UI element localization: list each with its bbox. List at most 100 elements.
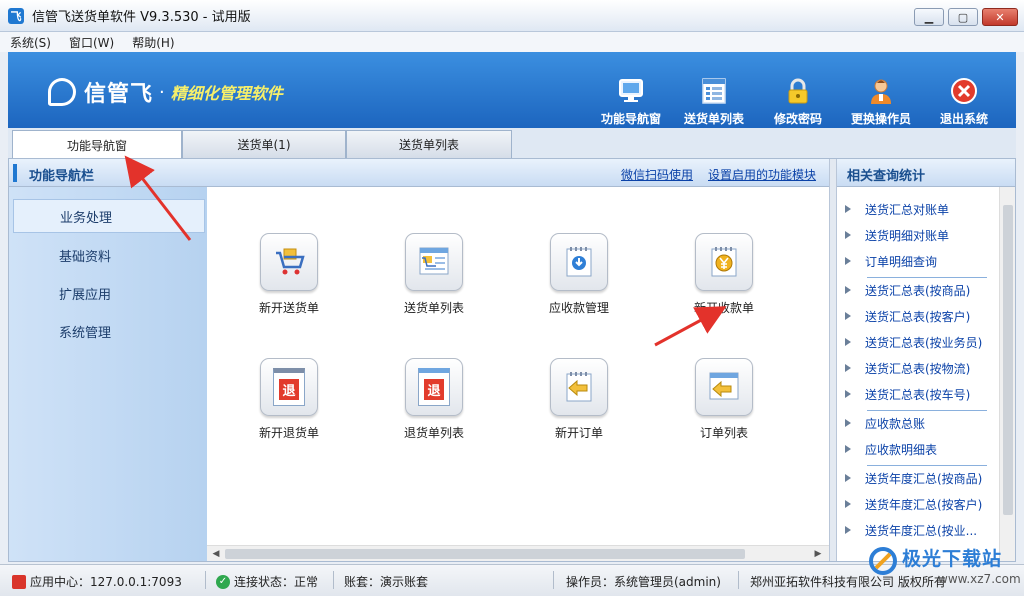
- sidebar-item-label: 系统管理: [59, 325, 112, 341]
- wechat-scan-link[interactable]: 微信扫码使用: [621, 166, 693, 183]
- watermark-text: 极光下载站: [902, 548, 1003, 570]
- related-link[interactable]: 送货汇总表(按业务员): [845, 332, 982, 352]
- sidebar-item-extensions[interactable]: 扩展应用: [13, 276, 205, 310]
- related-link[interactable]: 送货汇总表(按商品): [845, 280, 970, 300]
- scroll-thumb[interactable]: [225, 549, 745, 559]
- related-link[interactable]: 应收款明细表: [845, 439, 937, 459]
- module-settings-link[interactable]: 设置启用的功能模块: [708, 166, 816, 183]
- related-link[interactable]: 送货明细对账单: [845, 225, 949, 245]
- minimize-icon: ▁: [924, 10, 934, 24]
- title-bar: 飞 信管飞送货单软件 V9.3.530 - 试用版 ▁ ▢ ✕: [0, 0, 1024, 32]
- scroll-thumb[interactable]: [1003, 205, 1013, 515]
- tool-nav-window-button[interactable]: 功能导航窗: [591, 76, 671, 127]
- sidebar-item-business[interactable]: 业务处理: [13, 199, 205, 233]
- status-separator: [205, 571, 206, 589]
- new-return-button[interactable]: 退 新开退货单: [244, 358, 334, 441]
- delivery-list-button[interactable]: 送货单列表: [389, 233, 479, 316]
- main-content: 功能导航栏 微信扫码使用 设置启用的功能模块 业务处理 基础资料 扩展应用 系统…: [8, 158, 1016, 562]
- triangle-bullet-icon: [845, 338, 851, 346]
- group-separator: [867, 277, 987, 278]
- menu-window[interactable]: 窗口(W): [59, 34, 122, 51]
- close-button[interactable]: ✕: [982, 8, 1018, 26]
- tab-nav-window[interactable]: 功能导航窗: [12, 130, 182, 159]
- group-separator: [867, 410, 987, 411]
- list-icon: [699, 76, 729, 106]
- new-order-button[interactable]: 新开订单: [534, 358, 624, 441]
- exit-icon: [949, 76, 979, 106]
- related-link[interactable]: 送货汇总对账单: [845, 199, 949, 219]
- scroll-left-icon[interactable]: ◀: [209, 547, 223, 561]
- sidebar-item-label: 基础资料: [59, 249, 112, 265]
- horizontal-scrollbar[interactable]: ◀ ▶: [207, 545, 829, 561]
- receivable-icon: [550, 233, 608, 291]
- menu-system[interactable]: 系统(S): [0, 34, 59, 51]
- sidebar-item-basic-data[interactable]: 基础资料: [13, 238, 205, 272]
- delivery-list-icon: [405, 233, 463, 291]
- return-list-button[interactable]: 退 退货单列表: [389, 358, 479, 441]
- new-receipt-button[interactable]: 新开收款单: [679, 233, 769, 316]
- tab-delivery-list[interactable]: 送货单列表: [346, 130, 512, 158]
- new-order-icon: [550, 358, 608, 416]
- status-connection: ✓ 连接状态：正常: [216, 573, 318, 590]
- tool-label: 退出系统: [939, 112, 988, 126]
- lock-icon: [783, 76, 813, 106]
- tool-switch-operator-button[interactable]: 更换操作员: [841, 76, 921, 127]
- triangle-bullet-icon: [845, 286, 851, 294]
- tab-label: 功能导航窗: [66, 138, 127, 153]
- return-note-icon: 退: [260, 358, 318, 416]
- status-app-center: 应用中心：127.0.0.1:7093: [12, 573, 182, 590]
- function-label: 应收款管理: [548, 301, 609, 315]
- status-operator: 操作员：系统管理员(admin): [566, 575, 721, 589]
- related-link[interactable]: 送货汇总表(按客户): [845, 306, 970, 326]
- monitor-icon: [616, 76, 646, 106]
- related-link[interactable]: 订单明细查询: [845, 251, 937, 271]
- status-account: 账套：演示账套: [344, 575, 429, 589]
- receivable-management-button[interactable]: 应收款管理: [534, 233, 624, 316]
- minimize-button[interactable]: ▁: [914, 8, 944, 26]
- order-list-icon: [695, 358, 753, 416]
- return-stamp-text: 退: [424, 378, 444, 400]
- triangle-bullet-icon: [845, 231, 851, 239]
- tool-exit-system-button[interactable]: 退出系统: [924, 76, 1004, 127]
- tab-delivery-note[interactable]: 送货单(1): [182, 130, 346, 158]
- related-link[interactable]: 送货年度汇总(按业...: [845, 520, 977, 540]
- related-link[interactable]: 应收款总账: [845, 413, 925, 433]
- function-label: 新开订单: [554, 426, 603, 440]
- sidebar-item-label: 业务处理: [60, 210, 113, 226]
- order-list-button[interactable]: 订单列表: [679, 358, 769, 441]
- tab-label: 送货单列表: [398, 138, 459, 152]
- vertical-scrollbar[interactable]: [999, 187, 1015, 561]
- triangle-bullet-icon: [845, 205, 851, 213]
- maximize-button[interactable]: ▢: [948, 8, 978, 26]
- brand-slogan: 精细化管理软件: [170, 84, 283, 103]
- site-watermark: 极光下载站 www.xz7.com: [862, 540, 1022, 596]
- triangle-bullet-icon: [845, 390, 851, 398]
- triangle-bullet-icon: [845, 419, 851, 427]
- triangle-bullet-icon: [845, 364, 851, 372]
- sidebar-item-system[interactable]: 系统管理: [13, 314, 205, 348]
- triangle-bullet-icon: [845, 500, 851, 508]
- return-list-icon: 退: [405, 358, 463, 416]
- function-label: 新开退货单: [258, 426, 319, 440]
- window-title: 信管飞送货单软件 V9.3.530 - 试用版: [32, 10, 251, 25]
- sidebar-item-label: 扩展应用: [59, 287, 112, 303]
- tab-strip: 功能导航窗 送货单(1) 送货单列表: [8, 128, 1016, 159]
- brand-mark-icon: [48, 78, 76, 106]
- related-query-panel: 相关查询统计 送货汇总对账单 送货明细对账单 订单明细查询 送货汇总表(按商品)…: [837, 159, 1015, 561]
- tool-change-password-button[interactable]: 修改密码: [758, 76, 838, 127]
- status-separator: [333, 571, 334, 589]
- related-link[interactable]: 送货年度汇总(按客户): [845, 494, 982, 514]
- tool-delivery-list-button[interactable]: 送货单列表: [674, 76, 754, 127]
- menu-bar: 系统(S) 窗口(W) 帮助(H): [0, 32, 1024, 52]
- watermark-url: www.xz7.com: [938, 572, 1021, 586]
- panel-splitter[interactable]: [829, 159, 837, 561]
- related-link[interactable]: 送货汇总表(按车号): [845, 384, 970, 404]
- related-link[interactable]: 送货汇总表(按物流): [845, 358, 970, 378]
- brand-name: 信管飞: [84, 82, 154, 107]
- header-accent-bar: [13, 164, 17, 182]
- brand-logo: 信管飞 · 精细化管理软件: [48, 76, 283, 108]
- menu-help[interactable]: 帮助(H): [122, 34, 182, 51]
- related-link[interactable]: 送货年度汇总(按商品): [845, 468, 982, 488]
- new-delivery-button[interactable]: 新开送货单: [244, 233, 334, 316]
- scroll-right-icon[interactable]: ▶: [811, 547, 825, 561]
